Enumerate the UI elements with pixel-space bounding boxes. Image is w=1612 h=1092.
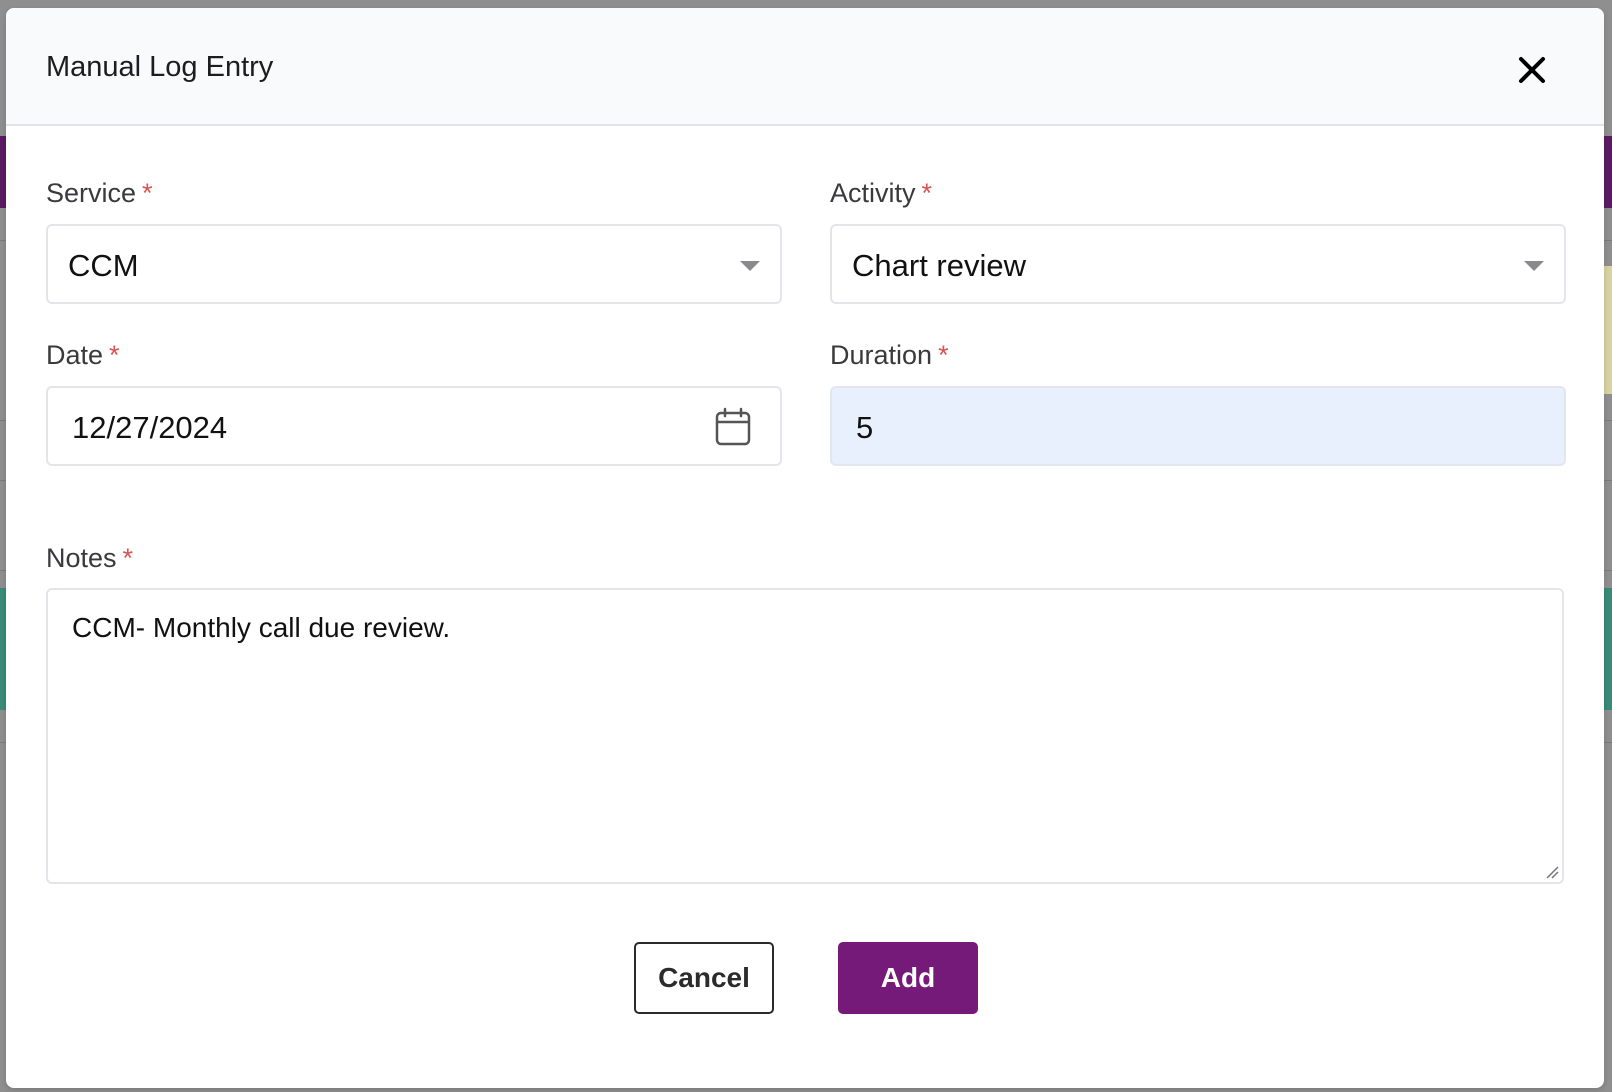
notes-label-text: Notes	[46, 543, 117, 573]
calendar-icon[interactable]	[714, 407, 752, 447]
modal-header: Manual Log Entry	[6, 8, 1604, 126]
service-label: Service *	[46, 178, 153, 209]
manual-log-entry-modal: Manual Log Entry Service * CCM Activity * …	[6, 8, 1604, 1088]
duration-input[interactable]: 5	[830, 386, 1566, 466]
add-button[interactable]: Add	[838, 942, 978, 1014]
date-label-text: Date	[46, 340, 104, 370]
close-button[interactable]	[1516, 54, 1548, 86]
notes-textarea-value: CCM- Monthly call due review.	[72, 612, 451, 643]
chevron-down-icon	[1524, 261, 1544, 271]
resize-handle-icon[interactable]	[1544, 864, 1560, 880]
required-mark: *	[921, 178, 933, 208]
required-mark: *	[122, 543, 134, 573]
notes-textarea[interactable]: CCM- Monthly call due review.	[46, 588, 1564, 884]
duration-input-value: 5	[856, 410, 874, 445]
required-mark: *	[109, 340, 120, 370]
activity-label-text: Activity	[830, 178, 916, 208]
required-mark: *	[142, 178, 153, 208]
service-select-value: CCM	[68, 248, 139, 283]
date-input-value: 12/27/2024	[72, 410, 228, 445]
date-input[interactable]: 12/27/2024	[46, 386, 782, 466]
activity-label: Activity *	[830, 178, 932, 209]
close-icon	[1519, 57, 1545, 83]
chevron-down-icon	[740, 261, 760, 271]
duration-label-text: Duration	[830, 340, 933, 370]
required-mark: *	[938, 340, 949, 370]
modal-title: Manual Log Entry	[46, 51, 274, 83]
activity-select-value: Chart review	[852, 248, 1026, 283]
duration-label: Duration *	[830, 340, 949, 371]
date-label: Date *	[46, 340, 120, 371]
activity-select[interactable]: Chart review	[830, 224, 1566, 304]
service-label-text: Service	[46, 178, 137, 208]
notes-label: Notes *	[46, 543, 133, 574]
service-select[interactable]: CCM	[46, 224, 782, 304]
cancel-button[interactable]: Cancel	[634, 942, 774, 1014]
